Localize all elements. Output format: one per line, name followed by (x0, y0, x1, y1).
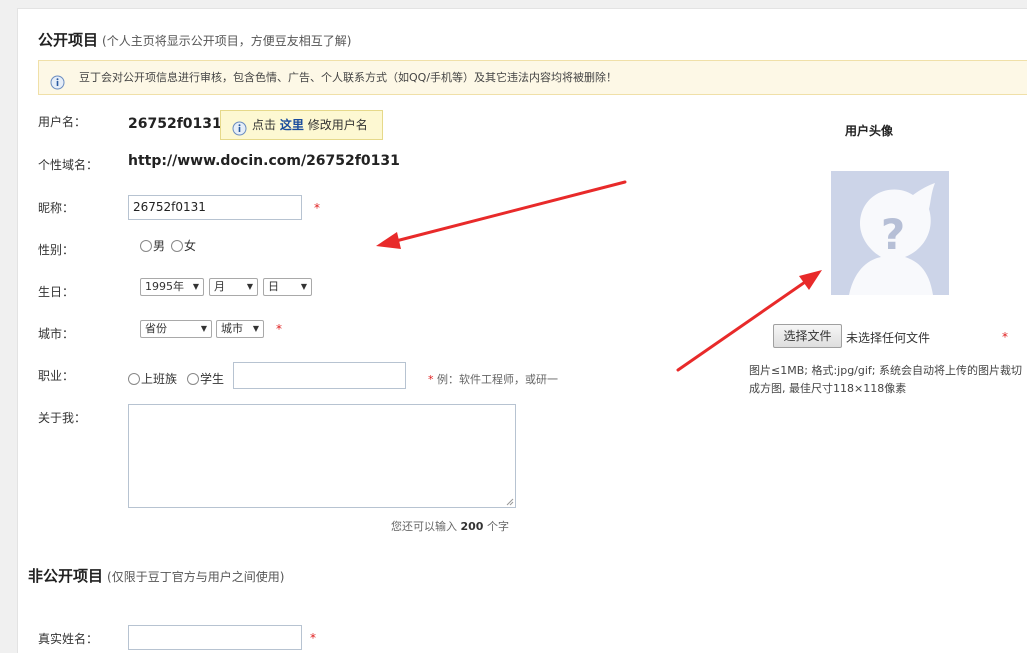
about-textarea[interactable] (128, 404, 516, 508)
occupation-example: * 例：软件工程师，或研一 (428, 371, 558, 387)
char-counter: 您还可以输入 200 个字 (391, 518, 509, 534)
avatar-title: 用户头像 (845, 124, 894, 138)
radio-icon[interactable] (187, 372, 199, 385)
gender-label: 性别： (38, 243, 75, 257)
choose-file-button[interactable]: 选择文件 (773, 324, 842, 348)
gender-male-option[interactable]: 男 (140, 237, 165, 254)
counter-suffix: 个字 (486, 520, 509, 533)
birth-month-value: 月 (214, 280, 225, 293)
gender-female-option[interactable]: 女 (171, 237, 196, 254)
nickname-required-mark: * (314, 201, 320, 215)
birth-year-select[interactable]: 1995年 ▼ (140, 278, 204, 296)
city-select[interactable]: 城市 ▼ (216, 320, 264, 338)
realname-required-mark: * (310, 631, 316, 645)
dropdown-arrow-icon: ▼ (300, 282, 307, 291)
gender-male-label: 男 (153, 239, 166, 253)
info-icon (232, 118, 247, 146)
realname-input[interactable] (128, 625, 302, 650)
birth-day-value: 日 (268, 280, 279, 293)
birth-month-select[interactable]: 月 ▼ (209, 278, 258, 296)
radio-icon[interactable] (128, 372, 140, 385)
public-section-subtitle: (个人主页将显示公开项目，方便豆友相互了解) (102, 34, 352, 48)
private-section-heading: 非公开项目 (28, 567, 104, 585)
province-value: 省份 (145, 322, 167, 335)
occupation-label: 职业： (38, 369, 75, 383)
city-label: 城市： (38, 327, 75, 341)
domain-value: http://www.docin.com/26752f0131 (128, 153, 400, 169)
resize-grip-icon[interactable] (506, 498, 514, 506)
rename-link[interactable]: 这里 (280, 118, 304, 132)
realname-label: 真实姓名： (38, 632, 99, 646)
occupation-worker-option[interactable]: 上班族 (128, 370, 177, 387)
notice-text: 豆丁会对公开项信息进行审核，包含色情、广告、个人联系方式（如QQ/手机等）及其它… (79, 71, 618, 84)
province-select[interactable]: 省份 ▼ (140, 320, 212, 338)
avatar-placeholder: ? (831, 171, 949, 295)
dropdown-arrow-icon: ▼ (246, 282, 253, 291)
svg-text:?: ? (881, 210, 905, 259)
nickname-label: 昵称： (38, 201, 75, 215)
dropdown-arrow-icon: ▼ (200, 324, 207, 333)
file-status: 未选择任何文件 (846, 331, 931, 345)
birthday-label: 生日： (38, 285, 75, 299)
private-section-subtitle: (仅限于豆丁官方与用户之间使用) (107, 570, 285, 584)
rename-hint: 点击 这里 修改用户名 (220, 110, 383, 140)
about-label: 关于我： (38, 411, 87, 425)
username-label: 用户名： (38, 115, 87, 129)
occupation-student-option[interactable]: 学生 (187, 370, 224, 387)
hint-suffix: 修改用户名 (307, 118, 368, 132)
occupation-required-mark: * (428, 373, 434, 386)
info-icon (50, 70, 65, 103)
occupation-student-label: 学生 (200, 372, 225, 386)
domain-label: 个性域名： (38, 158, 99, 172)
occupation-input[interactable] (233, 362, 406, 389)
counter-value: 200 (460, 520, 484, 533)
public-section-title: 公开项目 (个人主页将显示公开项目，方便豆友相互了解) (38, 29, 351, 50)
birth-day-select[interactable]: 日 ▼ (263, 278, 312, 296)
public-section-heading: 公开项目 (38, 31, 99, 49)
nickname-input[interactable]: 26752f0131 (128, 195, 302, 220)
occupation-worker-label: 上班族 (141, 372, 178, 386)
default-avatar-icon: ? (849, 183, 935, 295)
counter-prefix: 您还可以输入 (391, 520, 457, 533)
username-value: 26752f0131 (128, 116, 222, 132)
radio-icon[interactable] (171, 239, 183, 252)
dropdown-arrow-icon: ▼ (252, 324, 259, 333)
avatar-upload-hint: 图片≤1MB; 格式:jpg/gif; 系统会自动将上传的图片裁切成方图, 最佳… (749, 364, 1023, 395)
gender-female-label: 女 (184, 239, 197, 253)
birth-year-value: 1995年 (145, 280, 184, 293)
city-required-mark: * (276, 322, 282, 336)
city-value: 城市 (221, 322, 243, 335)
hint-prefix: 点击 (252, 118, 277, 132)
dropdown-arrow-icon: ▼ (192, 282, 199, 291)
radio-icon[interactable] (140, 239, 152, 252)
occupation-example-text: 例：软件工程师，或研一 (437, 373, 558, 386)
private-section-title: 非公开项目 (仅限于豆丁官方与用户之间使用) (28, 565, 284, 586)
review-notice: 豆丁会对公开项信息进行审核，包含色情、广告、个人联系方式（如QQ/手机等）及其它… (38, 60, 1027, 95)
avatar-required-mark: * (1002, 330, 1008, 344)
